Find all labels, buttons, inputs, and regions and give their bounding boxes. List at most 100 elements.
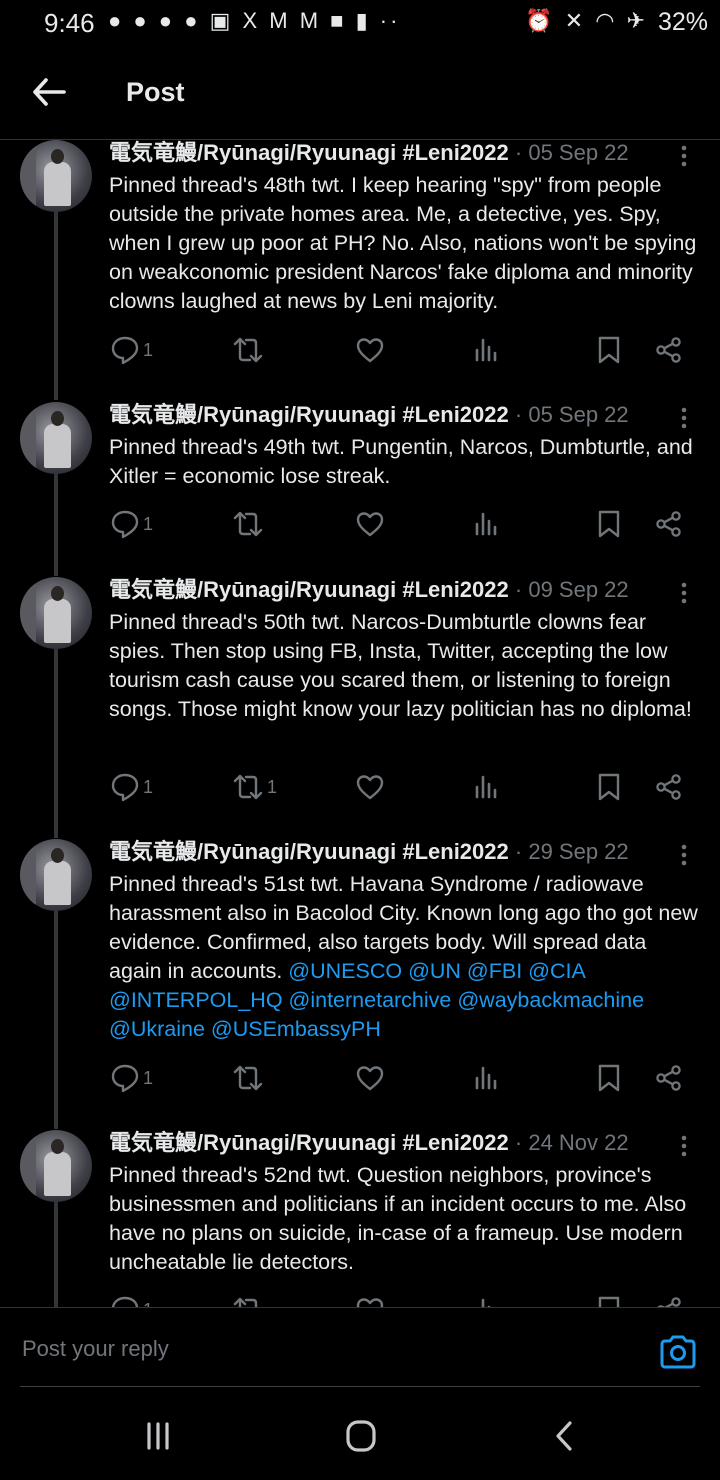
more-options-icon[interactable] [676, 144, 692, 170]
more-options-icon[interactable] [676, 843, 692, 869]
avatar[interactable] [20, 1130, 92, 1202]
bookmark-icon [598, 336, 620, 364]
recent-apps-icon [147, 1422, 169, 1450]
more-options-icon[interactable] [676, 406, 692, 432]
post-actions: 1 [0, 1290, 720, 1307]
post-date[interactable]: 09 Sep 22 [528, 577, 628, 602]
repost-button[interactable] [232, 504, 267, 544]
post-actions: 1 1 [0, 767, 720, 807]
post-date[interactable]: 24 Nov 22 [528, 1130, 628, 1155]
share-button[interactable] [655, 1058, 683, 1098]
system-status-icons: ⏰ ✕ ◠ ✈ [525, 8, 648, 33]
notification-icons: ● ● ● ● ▣ X M M ■ ▮ ·· [108, 8, 401, 33]
page-title: Post [126, 77, 185, 107]
views-button[interactable] [474, 767, 500, 807]
post-date[interactable]: 05 Sep 22 [528, 402, 628, 427]
bookmark-button[interactable] [597, 330, 621, 370]
like-button[interactable] [355, 1058, 388, 1098]
avatar[interactable] [20, 839, 92, 911]
share-button[interactable] [655, 1290, 683, 1307]
like-button[interactable] [355, 767, 388, 807]
thread-connector-line [54, 649, 58, 838]
reply-button[interactable]: 1 [110, 767, 153, 807]
repost-icon [233, 511, 263, 537]
recent-apps-button[interactable] [138, 1416, 188, 1456]
like-button[interactable] [355, 504, 388, 544]
share-icon [656, 511, 681, 537]
post-actions: 1 [0, 504, 720, 544]
reply-count: 1 [143, 513, 154, 534]
post-text: Pinned thread's 48th twt. I keep hearing… [109, 173, 697, 313]
heart-icon [356, 338, 384, 363]
bookmark-icon [598, 510, 620, 538]
post-text: Pinned thread's 51st twt. Havana Syndrom… [109, 872, 698, 1041]
repost-icon [233, 1297, 258, 1307]
status-time: 9:46 [44, 8, 95, 38]
bookmark-button[interactable] [597, 504, 621, 544]
reply-button[interactable]: 1 [110, 330, 153, 370]
reply-button[interactable]: 1 [110, 1058, 153, 1098]
back-button[interactable] [30, 74, 70, 110]
views-button[interactable] [474, 1290, 500, 1307]
avatar[interactable] [20, 402, 92, 474]
analytics-icon [475, 775, 497, 799]
heart-icon [356, 1298, 384, 1307]
reply-button[interactable]: 1 [110, 504, 153, 544]
battery-level: 32% [657, 8, 708, 36]
post-actions: 1 [0, 330, 720, 370]
author-name[interactable]: 電気竜鰻/Ryūnagi/Ryuunagi #Leni2022 [109, 402, 509, 427]
reply-input[interactable] [20, 1326, 624, 1372]
thread-feed[interactable]: 電気竜鰻/Ryūnagi/Ryuunagi #Leni2022 · 05 Sep… [0, 140, 720, 1307]
share-icon [656, 1065, 681, 1091]
home-button[interactable] [339, 1416, 389, 1456]
reply-button[interactable]: 1 [110, 1290, 153, 1307]
share-icon [656, 337, 681, 363]
reply-icon [111, 773, 139, 802]
reply-icon [111, 336, 139, 365]
author-name[interactable]: 電気竜鰻/Ryūnagi/Ryuunagi #Leni2022 [109, 1130, 509, 1155]
separator-dot: · [514, 577, 523, 602]
analytics-icon [481, 1298, 491, 1307]
bookmark-button[interactable] [597, 767, 621, 807]
avatar[interactable] [20, 577, 92, 649]
bookmark-button[interactable] [597, 1058, 621, 1098]
camera-icon [660, 1335, 696, 1369]
repost-button[interactable] [232, 330, 267, 370]
like-button[interactable] [355, 330, 388, 370]
camera-button[interactable] [658, 1334, 698, 1370]
more-options-icon[interactable] [676, 1134, 692, 1160]
reply-icon [111, 510, 139, 539]
share-button[interactable] [655, 330, 683, 370]
author-name[interactable]: 電気竜鰻/Ryūnagi/Ryuunagi #Leni2022 [109, 839, 509, 864]
bookmark-button[interactable] [597, 1290, 621, 1307]
post-date[interactable]: 29 Sep 22 [528, 839, 628, 864]
repost-count: 1 [267, 776, 278, 797]
views-button[interactable] [474, 330, 500, 370]
author-name[interactable]: 電気竜鰻/Ryūnagi/Ryuunagi #Leni2022 [109, 140, 509, 165]
avatar[interactable] [20, 140, 92, 212]
share-button[interactable] [655, 504, 683, 544]
heart-icon [356, 1066, 384, 1091]
more-options-icon[interactable] [676, 581, 692, 607]
views-button[interactable] [474, 504, 500, 544]
repost-button[interactable] [232, 1058, 267, 1098]
bookmark-icon [598, 773, 620, 801]
share-icon [657, 1297, 681, 1307]
repost-icon [233, 774, 263, 800]
author-name[interactable]: 電気竜鰻/Ryūnagi/Ryuunagi #Leni2022 [109, 577, 509, 602]
repost-icon [233, 337, 263, 363]
share-icon [656, 774, 681, 800]
heart-icon [356, 512, 384, 537]
top-app-bar: Post [0, 44, 720, 140]
back-nav-button[interactable] [546, 1416, 596, 1456]
bookmark-icon [598, 1064, 620, 1092]
repost-icon [233, 1065, 263, 1091]
like-button[interactable] [355, 1290, 388, 1307]
reply-icon [111, 1064, 139, 1093]
post-date[interactable]: 05 Sep 22 [528, 140, 628, 165]
share-button[interactable] [655, 767, 683, 807]
repost-button[interactable] [232, 1290, 267, 1307]
system-navigation-bar [0, 1388, 720, 1480]
repost-button[interactable]: 1 [232, 767, 277, 807]
views-button[interactable] [474, 1058, 500, 1098]
